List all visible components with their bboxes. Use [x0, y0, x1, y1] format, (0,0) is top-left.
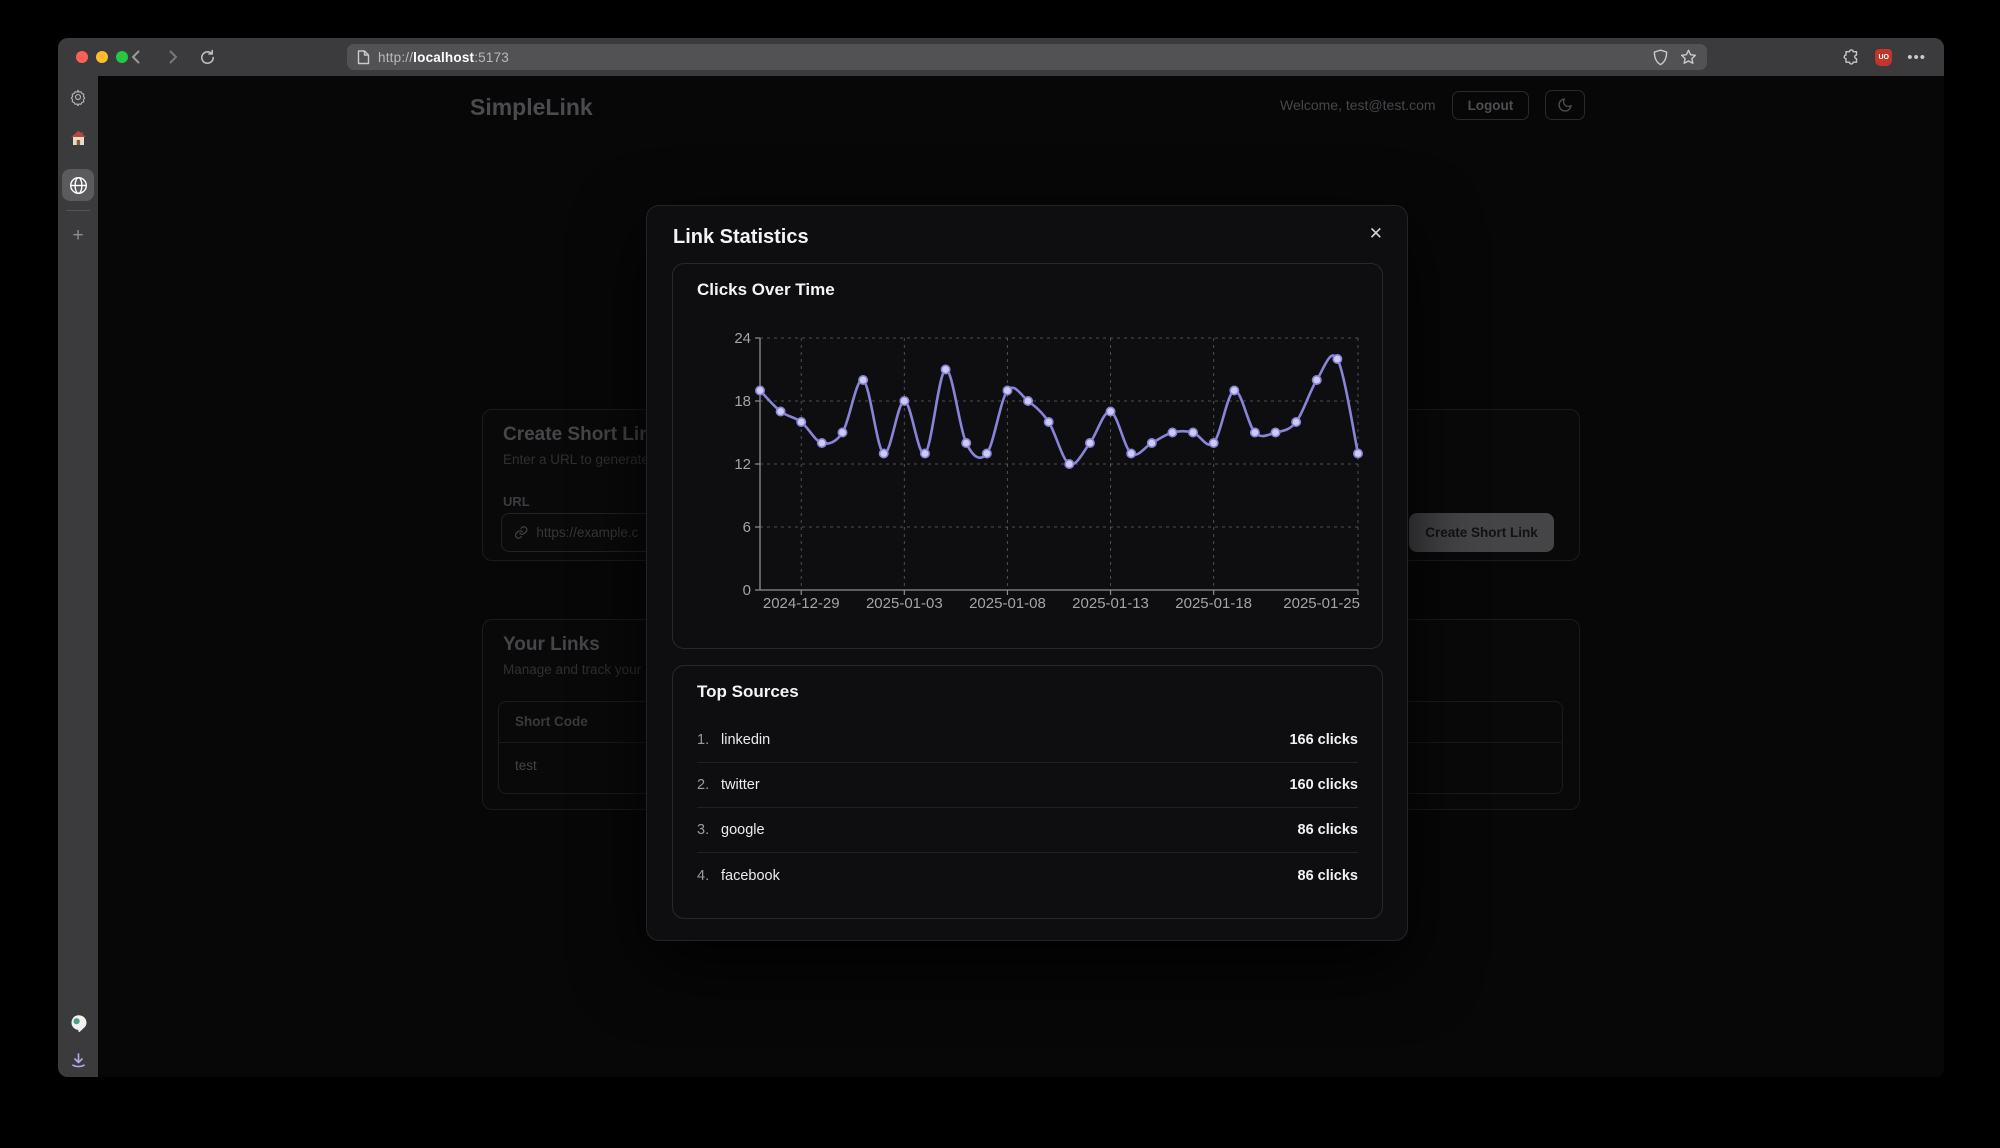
close-window-button[interactable]: [76, 51, 88, 63]
top-sources-title: Top Sources: [697, 682, 799, 702]
source-row: 1.linkedin 166 clicks: [697, 718, 1358, 763]
ublock-badge-text: UO: [1878, 54, 1889, 61]
svg-text:0: 0: [743, 582, 751, 599]
minimize-window-button[interactable]: [96, 51, 108, 63]
svg-text:12: 12: [734, 456, 751, 473]
source-clicks: 86 clicks: [1298, 822, 1358, 838]
browser-window: http://localhost:5173 UO •••: [58, 38, 1944, 1077]
svg-text:2025-01-25: 2025-01-25: [1283, 595, 1360, 612]
source-clicks: 166 clicks: [1289, 732, 1358, 748]
modal-title: Link Statistics: [673, 226, 809, 249]
chart-title: Clicks Over Time: [697, 280, 835, 300]
source-name: linkedin: [721, 732, 770, 748]
menu-dots-icon[interactable]: •••: [1907, 50, 1926, 65]
links-card-subtitle: Manage and track your: [503, 662, 641, 677]
moon-icon: [1557, 97, 1573, 113]
ublock-extension-icon[interactable]: UO: [1875, 49, 1892, 66]
source-row: 2.twitter 160 clicks: [697, 763, 1358, 808]
top-sources-panel: Top Sources 1.linkedin 166 clicks 2.twitte…: [672, 665, 1383, 919]
links-card-title: Your Links: [503, 634, 600, 656]
svg-text:2025-01-08: 2025-01-08: [969, 595, 1046, 612]
sidebar-tab-active[interactable]: [62, 169, 94, 201]
app-brand: SimpleLink: [470, 94, 593, 121]
source-name: facebook: [721, 868, 780, 884]
home-favicon-icon: [70, 130, 87, 146]
svg-text:2025-01-18: 2025-01-18: [1175, 595, 1252, 612]
page-icon: [357, 50, 370, 65]
downloads-icon[interactable]: [58, 1052, 98, 1069]
create-card-subtitle: Enter a URL to generate: [503, 452, 649, 467]
links-column-header: Short Code: [515, 714, 588, 729]
source-clicks: 86 clicks: [1298, 868, 1358, 884]
source-rank: 1.: [697, 732, 721, 748]
new-tab-plus-button[interactable]: +: [58, 226, 98, 245]
create-card-title: Create Short Link: [503, 424, 661, 446]
source-row: 4.facebook 86 clicks: [697, 853, 1358, 898]
dark-mode-toggle[interactable]: [1545, 90, 1585, 120]
source-row: 3.google 86 clicks: [697, 808, 1358, 853]
top-sources-list: 1.linkedin 166 clicks 2.twitter 160 clicks 3…: [697, 718, 1358, 898]
sidebar-tab-home[interactable]: [58, 130, 98, 146]
svg-text:2024-12-29: 2024-12-29: [763, 595, 840, 612]
logout-button[interactable]: Logout: [1452, 91, 1530, 120]
browser-profile-logo[interactable]: [58, 1014, 98, 1033]
address-bar[interactable]: http://localhost:5173: [347, 44, 1707, 70]
svg-text:18: 18: [734, 393, 751, 410]
extensions-puzzle-icon[interactable]: [1842, 48, 1860, 66]
url-field-label: URL: [503, 494, 530, 509]
link-row-shortcode: test: [515, 758, 537, 773]
svg-text:6: 6: [743, 519, 751, 536]
forward-button[interactable]: [162, 46, 184, 68]
link-icon: [514, 525, 528, 540]
svg-text:24: 24: [734, 330, 751, 347]
svg-text:2025-01-03: 2025-01-03: [866, 595, 943, 612]
source-name: google: [721, 822, 765, 838]
source-rank: 2.: [697, 777, 721, 793]
create-short-link-button[interactable]: Create Short Link: [1409, 513, 1554, 552]
svg-text:2025-01-13: 2025-01-13: [1072, 595, 1149, 612]
source-clicks: 160 clicks: [1289, 777, 1358, 793]
reload-button[interactable]: [196, 46, 218, 68]
shield-icon[interactable]: [1653, 49, 1668, 66]
clicks-over-time-chart: 0 6 12 18 24 2024-12-29 2025-01-03 2025-01-08 20…: [685, 314, 1372, 634]
browser-toolbar: http://localhost:5173 UO •••: [58, 38, 1944, 76]
source-rank: 4.: [697, 868, 721, 884]
globe-icon: [69, 176, 88, 195]
sidebar-divider: [66, 210, 90, 211]
page-content: SimpleLink Welcome, test@test.com Logout…: [98, 76, 1944, 1077]
source-rank: 3.: [697, 822, 721, 838]
source-name: twitter: [721, 777, 760, 793]
desktop: http://localhost:5173 UO •••: [0, 0, 2000, 1148]
settings-gear-icon[interactable]: [58, 88, 98, 106]
bookmark-star-icon[interactable]: [1680, 49, 1697, 65]
url-text: http://localhost:5173: [378, 50, 509, 65]
back-button[interactable]: [124, 46, 146, 68]
welcome-text: Welcome, test@test.com: [1280, 97, 1436, 113]
link-statistics-modal: Link Statistics ✕ Clicks Over Time 0 6 12 1…: [646, 205, 1408, 941]
clicks-chart-panel: Clicks Over Time 0 6 12 18 24 2024-12-29 2025-…: [672, 263, 1383, 649]
browser-sidebar: +: [58, 76, 98, 1077]
modal-close-button[interactable]: ✕: [1365, 220, 1387, 248]
